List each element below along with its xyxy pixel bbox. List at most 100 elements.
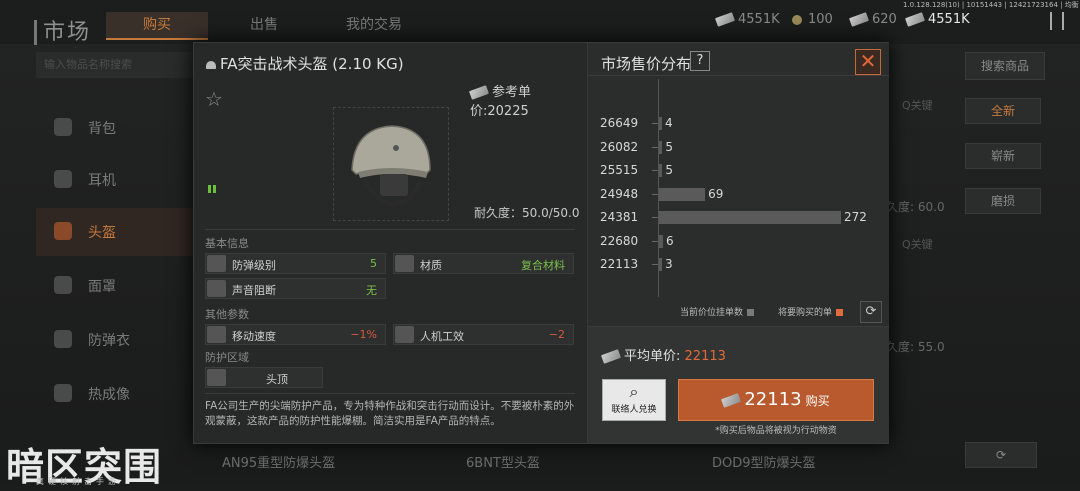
price-label: 22113 [600, 257, 639, 271]
price-label: 24948 [600, 186, 639, 201]
gold-currency: 100 [792, 12, 833, 27]
market-title: 市场 [34, 14, 92, 46]
list-item[interactable]: 6BNT型头盔 [466, 452, 540, 471]
reference-price: 参考单价:20225 [469, 85, 532, 119]
money-icon [905, 12, 925, 27]
durability-text: 耐久度：50.0/50.0 [474, 206, 580, 220]
axis-tick [652, 217, 658, 218]
money-icon [469, 85, 489, 100]
bar-count-label: 69 [708, 186, 724, 201]
purchase-note: *购买后物品将被视为行动物资 [715, 426, 837, 436]
headset-icon [54, 170, 72, 188]
chart-bar [659, 211, 841, 224]
price-label: 26082 [600, 139, 639, 154]
axis-tick [652, 170, 658, 171]
axis-tick [652, 240, 658, 242]
legend-current: 当前价位挂单数 [680, 305, 755, 318]
axis-tick [652, 264, 658, 265]
tab-sell[interactable]: 出售 [216, 12, 312, 38]
money-icon [721, 392, 742, 408]
pause-icon[interactable] [1050, 12, 1064, 30]
close-button[interactable]: ✕ [855, 49, 881, 75]
sidebar-item-backpack[interactable]: 背包 [36, 104, 196, 152]
attr-protection-level: 防弹级别 5 [205, 253, 386, 274]
money-icon [715, 12, 735, 27]
market-distribution-pane: 市场售价分布 ? ✕ 26649 4 26082 5 25515 5 24948 69 2438… [587, 43, 889, 443]
version-text: 1.0.128.128(10) | 10151443 | 12421723164… [903, 1, 1079, 9]
ghost-durability-2: 久度: 55.0 [886, 340, 945, 354]
axis-tick [652, 193, 658, 195]
refresh-button[interactable]: ⟳ [860, 301, 882, 323]
tab-buy[interactable]: 购买 [106, 12, 208, 40]
sidebar-item-mask[interactable]: 面罩 [36, 262, 196, 310]
armor-icon [54, 330, 72, 348]
ghost-search-2: Q关键 [902, 238, 933, 251]
legend-swatch-buy [836, 309, 844, 316]
bond-icon [849, 12, 869, 27]
shield-icon [207, 255, 226, 272]
chart-bar [659, 258, 662, 271]
price-label: 24381 [600, 210, 639, 224]
filter-mint-button[interactable]: 崭新 [965, 143, 1041, 169]
thermal-icon [54, 384, 72, 402]
main-currency: 4551K [905, 12, 970, 27]
pistol-icon [395, 326, 414, 343]
running-icon [207, 326, 226, 343]
filter-new-button[interactable]: 全新 [965, 98, 1041, 124]
helmet-icon [54, 222, 72, 240]
other-params-label: 其他参数 [205, 308, 249, 321]
item-image [333, 107, 449, 221]
attr-material: 材质 复合材料 [393, 253, 574, 274]
list-item[interactable]: DOD9型防爆头盔 [712, 452, 816, 471]
chart-bar [659, 140, 663, 154]
ghost-durability-1: 久度: 60.0 [886, 200, 945, 214]
close-icon: ✕ [859, 49, 877, 73]
chart-bar [659, 234, 663, 248]
bar-count-label: 3 [665, 257, 673, 271]
bar-count-label: 5 [665, 139, 673, 154]
sidebar-item-headset[interactable]: 耳机 [36, 156, 196, 204]
item-description: FA公司生产的尖端防护产品，专为特种作战和突击行动而设计。不要被朴素的外观蒙蔽，… [205, 400, 575, 427]
contact-exchange-button[interactable]: ⌕ 联络人兑换 [602, 379, 666, 421]
search-input[interactable]: 输入物品名称搜索 [36, 52, 196, 78]
bar-count-label: 6 [666, 233, 674, 248]
divider [205, 393, 575, 394]
protection-area-label: 防护区域 [205, 351, 249, 364]
distribution-title: 市场售价分布 [601, 55, 692, 73]
legend-buy: 将要购买的单 [778, 305, 844, 318]
help-button[interactable]: ? [690, 51, 710, 71]
buy-button[interactable]: 22113 购买 [678, 379, 874, 421]
legend-swatch-current [747, 309, 755, 316]
item-detail-pane: FA突击战术头盔 (2.10 KG) 参考单价:20225 ☆ 耐久度：50.0… [194, 43, 586, 443]
average-price: 平均单价: 22113 [601, 345, 726, 364]
refresh-icon: ⟳ [865, 304, 877, 319]
gold-coin-icon [792, 14, 802, 25]
material-icon [395, 255, 414, 272]
refresh-icon: ⟳ [995, 448, 1007, 462]
item-title: FA突击战术头盔 (2.10 KG) [206, 53, 404, 74]
ghost-search-1: Q关键 [902, 99, 933, 112]
protection-zone: 头顶 [205, 367, 323, 388]
divider [205, 229, 575, 230]
sidebar-item-thermal[interactable]: 热成像 [36, 370, 196, 418]
backpack-icon [54, 118, 72, 136]
sidebar-item-helmet[interactable]: 头盔 [36, 208, 196, 256]
attr-sound-block: 声音阻断无 [205, 278, 386, 299]
favorite-star-icon[interactable]: ☆ [205, 87, 223, 111]
list-item[interactable]: AN95重型防爆头盔 [222, 452, 335, 471]
axis-tick [652, 146, 658, 148]
refresh-list-button[interactable]: ⟳ [965, 442, 1037, 468]
grid-size-indicator [208, 185, 216, 193]
bar-count-label: 272 [844, 210, 867, 224]
divider [588, 75, 889, 76]
search-goods-button[interactable]: 搜索商品 [965, 52, 1045, 80]
sidebar-item-armor[interactable]: 防弹衣 [36, 316, 196, 364]
price-label: 26649 [600, 116, 639, 130]
item-purchase-dialog: FA突击战术头盔 (2.10 KG) 参考单价:20225 ☆ 耐久度：50.0… [193, 42, 889, 444]
tab-my-trades[interactable]: 我的交易 [326, 12, 422, 38]
search-icon: ⌕ [629, 382, 639, 401]
chart-bar [659, 164, 663, 177]
filter-worn-button[interactable]: 磨损 [965, 188, 1041, 214]
price-label: 22680 [600, 233, 639, 248]
helmet-image [351, 125, 431, 207]
